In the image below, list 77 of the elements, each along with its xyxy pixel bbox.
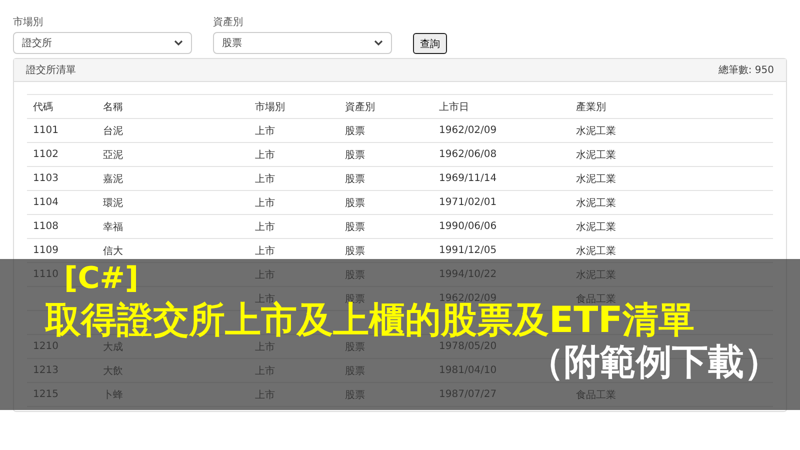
table-cell: 1104: [33, 197, 58, 208]
table-cell: 1108: [33, 221, 58, 232]
table-cell: 1981/04/10: [439, 365, 497, 376]
table-cell: 食品工業: [576, 390, 616, 400]
chevron-down-icon: [174, 40, 183, 46]
table-cell: 台泥: [103, 126, 123, 136]
query-button[interactable]: 查詢: [413, 33, 447, 54]
total-count: 總筆數: 950: [718, 64, 774, 77]
table-cell: 卜蜂: [103, 390, 123, 400]
table-cell: 1991/12/05: [439, 245, 497, 256]
table-cell: 1109: [33, 245, 58, 256]
table-cell: 水泥工業: [576, 126, 616, 136]
table-cell: 股票: [345, 174, 365, 184]
table-cell: 大飲: [103, 366, 123, 376]
table-cell: 大成: [103, 342, 123, 352]
table-cell: 1210: [33, 341, 58, 352]
chevron-down-icon: [374, 40, 383, 46]
table-cell: 1969/11/14: [439, 173, 497, 184]
table-cell: 上市: [255, 270, 275, 280]
table-cell: 股票: [345, 366, 365, 376]
table-cell: 股票: [345, 222, 365, 232]
table-cell: 1990/06/06: [439, 221, 497, 232]
column-header: 資產別: [339, 94, 433, 118]
table-cell: 水泥工業: [576, 246, 616, 256]
table-cell: 股票: [345, 270, 365, 280]
table-cell: 上市: [255, 150, 275, 160]
table-cell: 上市: [255, 174, 275, 184]
table-cell: 幸福: [103, 222, 123, 232]
table-cell: 水泥工業: [576, 270, 616, 280]
table-cell: 水泥工業: [576, 174, 616, 184]
table-cell: 1978/05/20: [439, 341, 497, 352]
filter-label: 市場別: [13, 17, 43, 29]
banner-tag: [C#]: [64, 263, 139, 295]
table-cell: 1994/10/22: [439, 269, 497, 280]
table-cell: 食品工業: [576, 294, 616, 304]
table-cell: 1962/02/09: [439, 293, 497, 304]
table-cell: 1213: [33, 365, 58, 376]
table-cell: 1962/06/08: [439, 149, 497, 160]
table-cell: 1987/07/27: [439, 389, 497, 400]
table-cell: 嘉泥: [103, 174, 123, 184]
table-cell: 股票: [345, 246, 365, 256]
table-cell: 股票: [345, 198, 365, 208]
table-cell: 環泥: [103, 198, 123, 208]
table-cell: 1102: [33, 149, 58, 160]
column-header: 上市日: [433, 94, 570, 118]
panel-title: 證交所清單: [26, 64, 76, 77]
banner-subtitle: （附範例下載）: [528, 343, 780, 383]
table-cell: 1103: [33, 173, 58, 184]
table-cell: 上市: [255, 222, 275, 232]
table-cell: 1962/02/09: [439, 125, 497, 136]
table-cell: 水泥工業: [576, 222, 616, 232]
table-cell: 信大: [103, 246, 123, 256]
table-cell: 股票: [345, 342, 365, 352]
column-header: 名稱: [97, 94, 249, 118]
column-header: 產業別: [570, 94, 773, 118]
table-cell: 上市: [255, 390, 275, 400]
column-header: 市場別: [249, 94, 339, 118]
table-cell: 水泥工業: [576, 150, 616, 160]
table-cell: 水泥工業: [576, 198, 616, 208]
table-cell: 股票: [345, 150, 365, 160]
table-cell: 1971/02/01: [439, 197, 497, 208]
banner-title: 取得證交所上市及上櫃的股票及ETF清單: [45, 303, 695, 339]
table-cell: 1110: [33, 269, 58, 280]
table-cell: 1101: [33, 125, 58, 136]
table-cell: 上市: [255, 198, 275, 208]
table-cell: 上市: [255, 342, 275, 352]
table-cell: 股票: [345, 126, 365, 136]
table-cell: 上市: [255, 366, 275, 376]
dropdown-select[interactable]: 股票: [213, 32, 392, 54]
dropdown-select[interactable]: 證交所: [13, 32, 192, 54]
table-cell: 上市: [255, 126, 275, 136]
table-cell: 1215: [33, 389, 58, 400]
table-cell: 亞泥: [103, 150, 123, 160]
column-header: 代碼: [27, 94, 97, 118]
table-cell: 上市: [255, 246, 275, 256]
filter-label: 資產別: [213, 17, 243, 29]
table-cell: 股票: [345, 390, 365, 400]
